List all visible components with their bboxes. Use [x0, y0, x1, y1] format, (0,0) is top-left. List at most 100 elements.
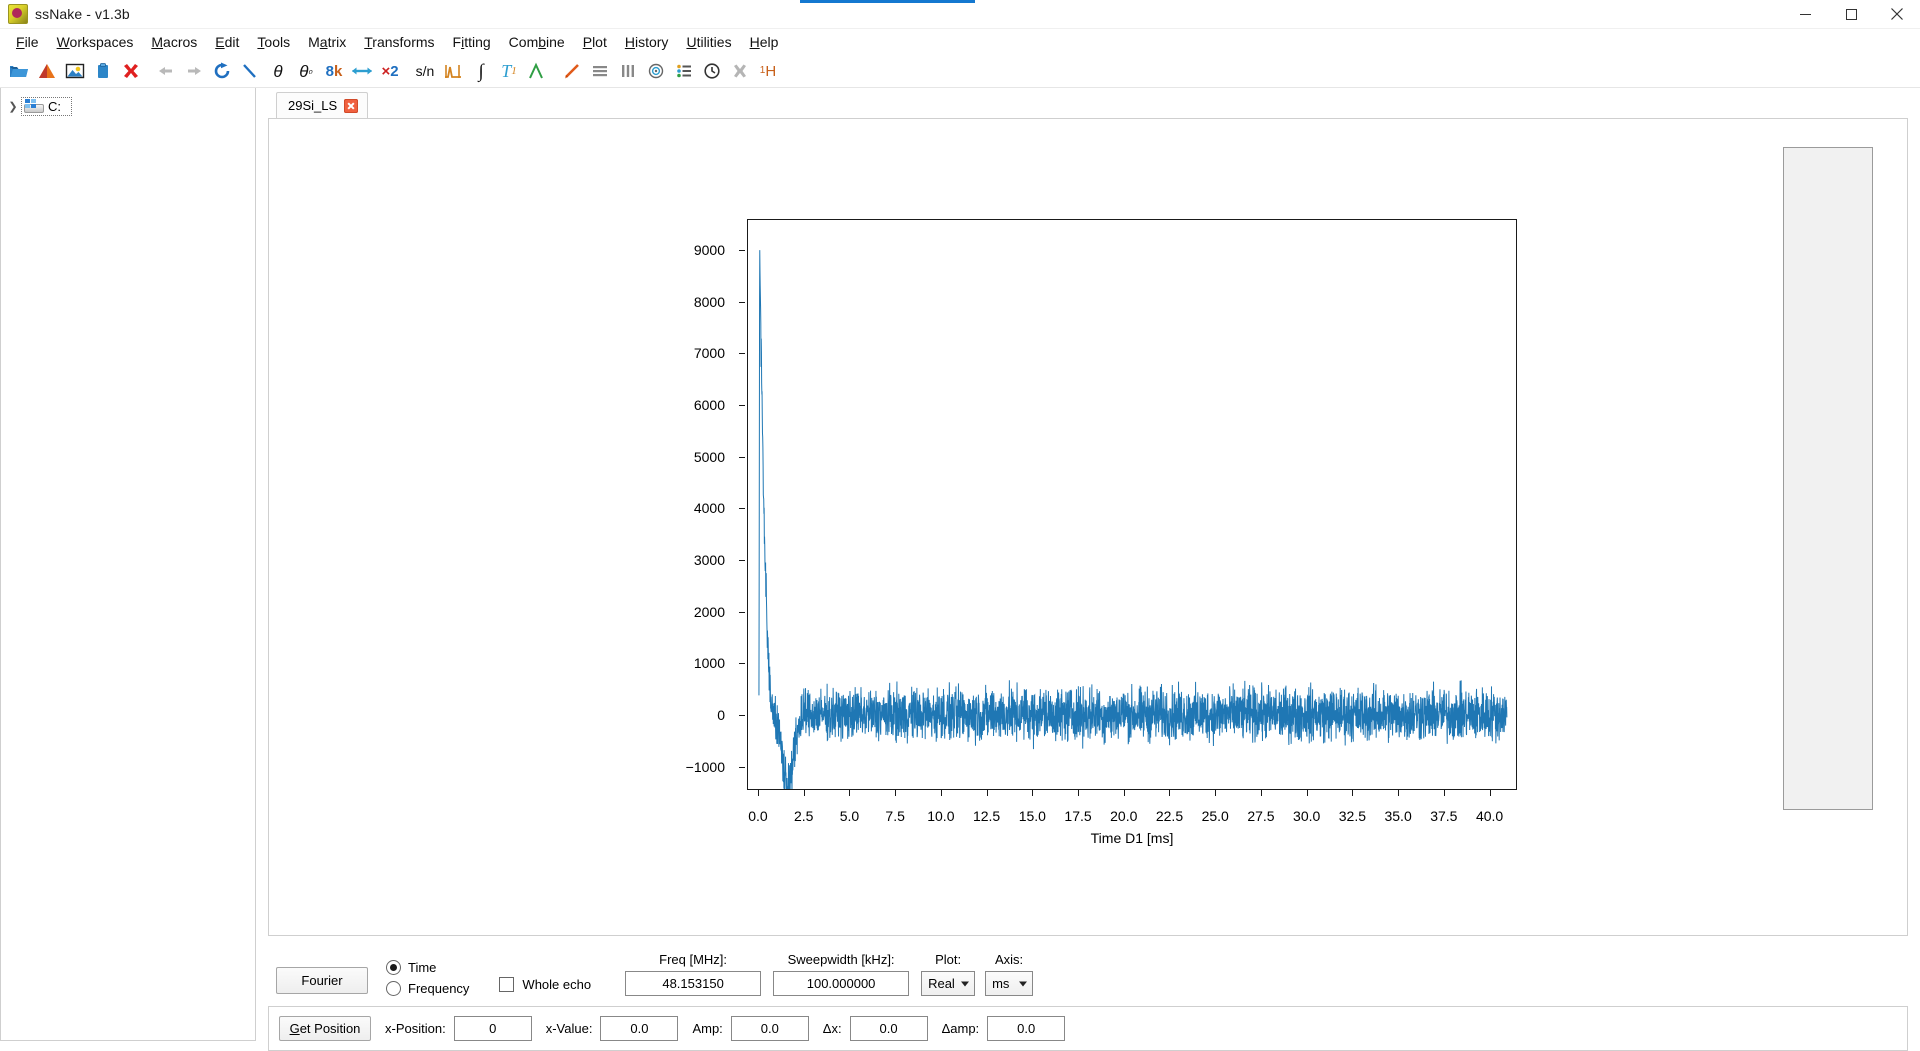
menu-macros[interactable]: Macros	[142, 31, 206, 53]
save-figure-icon[interactable]	[62, 58, 88, 84]
relaxation-t1-icon[interactable]: T1	[496, 58, 522, 84]
zerofill-icon[interactable]: 8k	[321, 58, 347, 84]
x-position-input[interactable]	[453, 1016, 532, 1041]
clear-icon[interactable]	[727, 58, 753, 84]
axis-unit-select[interactable]: ms	[985, 971, 1034, 996]
multiplot-icon[interactable]	[671, 58, 697, 84]
nucleus-icon[interactable]: 1H	[755, 58, 781, 84]
x-tick-label: 25.0	[1201, 808, 1229, 824]
plot-work-area: 9000 8000 7000 6000 5000 4000 3000 2000 1000 0 −10…	[268, 118, 1908, 936]
window-controls	[1782, 0, 1920, 28]
multiply-icon[interactable]: × 2	[377, 58, 403, 84]
redo-icon[interactable]	[181, 58, 207, 84]
title-bar: ssNake - v1.3b	[0, 0, 1920, 29]
toolbar-separator	[146, 60, 153, 82]
fwhm-icon[interactable]	[440, 58, 466, 84]
maximize-button[interactable]	[1828, 0, 1874, 28]
x-position-label: x-Position:	[385, 1021, 446, 1036]
snr-icon[interactable]: s/n	[412, 58, 438, 84]
x-tick-mark	[1169, 790, 1171, 796]
delta-x-input[interactable]	[849, 1016, 928, 1041]
y-tick-mark	[739, 250, 745, 251]
array-plot-icon[interactable]	[615, 58, 641, 84]
toolbar: θ θ₀ 8k × 2 s/n ∫ T1 1 H	[0, 55, 1920, 88]
freq-input[interactable]	[625, 971, 762, 996]
shearing-icon[interactable]	[349, 58, 375, 84]
integrate-icon[interactable]: ∫	[468, 58, 494, 84]
x-tick-label: 27.5	[1247, 808, 1275, 824]
x-axis-label: Time D1 [ms]	[1090, 830, 1174, 846]
open-simpson-icon[interactable]	[34, 58, 60, 84]
phase1-icon[interactable]: θ₀	[293, 58, 319, 84]
x-tick-label: 7.5	[885, 808, 905, 824]
y-tick-mark	[739, 766, 745, 768]
menu-utilities[interactable]: Utilities	[677, 31, 740, 53]
y-tick-label: 9000	[693, 242, 725, 258]
fid-trace-path	[759, 250, 1507, 789]
tree-row[interactable]: ❯ C:	[1, 95, 255, 117]
copy-icon[interactable]	[90, 58, 116, 84]
radio-time[interactable]: Time	[386, 960, 469, 975]
x-tick-label: 40.0	[1475, 808, 1504, 824]
peak-deconv-icon[interactable]	[524, 58, 550, 84]
x-tick-mark	[1352, 790, 1354, 796]
menu-workspaces[interactable]: Workspaces	[48, 31, 143, 53]
close-button[interactable]	[1874, 0, 1920, 28]
x-tick-mark	[1260, 790, 1262, 796]
menu-fitting[interactable]: Fitting	[444, 31, 500, 53]
reload-icon[interactable]	[209, 58, 235, 84]
y-tick-mark	[739, 611, 745, 613]
x-tick-mark	[1443, 790, 1445, 796]
checkbox-icon[interactable]	[499, 977, 515, 992]
x-tick-label: 2.5	[793, 808, 814, 824]
menu-plot[interactable]: Plot	[574, 31, 616, 53]
main-pane: 29Si_LS 9000 8000 7000 6000 5000 4000 3000 2000…	[256, 88, 1920, 1051]
menu-transforms[interactable]: Transforms	[355, 31, 443, 53]
get-position-button[interactable]: Get Position	[279, 1016, 371, 1041]
y-tick-label: −1000	[685, 758, 725, 775]
undo-icon[interactable]	[153, 58, 179, 84]
menu-history[interactable]: History	[616, 31, 678, 53]
apodize-icon[interactable]	[559, 58, 585, 84]
axis-unit-value: ms	[992, 976, 1010, 991]
tree-item-drive[interactable]: C:	[21, 96, 72, 116]
plot-axes[interactable]	[747, 219, 1517, 790]
menu-edit[interactable]: Edit	[206, 31, 248, 53]
plot-mode-select[interactable]: Real	[921, 971, 976, 996]
phase0-icon[interactable]: θ	[265, 58, 291, 84]
y-tick-label: 8000	[693, 293, 725, 310]
sweepwidth-input[interactable]	[773, 971, 910, 996]
delta-amp-input[interactable]	[987, 1016, 1066, 1041]
y-tick-label: 5000	[693, 448, 725, 465]
minimize-button[interactable]	[1782, 0, 1828, 28]
close-icon[interactable]	[344, 98, 359, 113]
x-axis: Time D1 [ms] 0.0 2.5 5.0 7.5 10.0 12.5 15.0 17.…	[747, 790, 1517, 927]
delete-icon[interactable]	[118, 58, 144, 84]
y-tick-mark	[739, 353, 745, 355]
menu-matrix[interactable]: Matrix	[299, 31, 355, 53]
drive-icon	[24, 99, 44, 113]
menu-tools[interactable]: Tools	[248, 31, 299, 53]
freq-label: Freq [MHz]:	[659, 952, 728, 967]
fourier-button[interactable]: Fourier	[276, 967, 368, 994]
radio-frequency[interactable]: Frequency	[386, 981, 469, 996]
tab-29si-ls[interactable]: 29Si_LS	[276, 92, 369, 118]
y-tick-label: 4000	[693, 500, 725, 517]
side-info-panel[interactable]	[1783, 147, 1873, 810]
history-clock-icon[interactable]	[699, 58, 725, 84]
menu-combine[interactable]: Combine	[500, 31, 574, 53]
contour-plot-icon[interactable]	[643, 58, 669, 84]
y-tick-mark	[739, 456, 745, 458]
x-value-input[interactable]	[600, 1016, 679, 1041]
open-file-icon[interactable]	[6, 58, 32, 84]
domain-radio-group: Time Frequency	[386, 960, 469, 996]
baseline-icon[interactable]	[237, 58, 263, 84]
whole-echo-checkbox[interactable]: Whole echo	[499, 977, 591, 992]
stack-plot-icon[interactable]	[587, 58, 613, 84]
amp-input[interactable]	[730, 1016, 809, 1041]
fourier-control-row: Fourier Time Frequency Whole echo Freq […	[268, 946, 1908, 998]
menu-help[interactable]: Help	[741, 31, 788, 53]
menu-file[interactable]: File	[7, 31, 48, 53]
figure-canvas[interactable]: 9000 8000 7000 6000 5000 4000 3000 2000 1000 0 −10…	[269, 125, 1783, 927]
chevron-right-icon[interactable]: ❯	[5, 100, 21, 113]
